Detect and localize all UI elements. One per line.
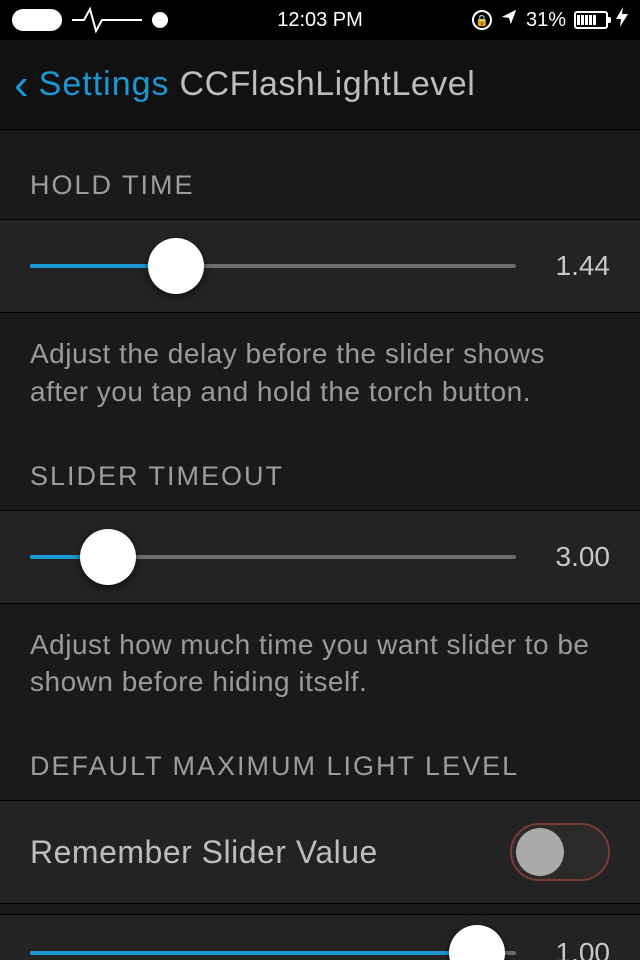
hold-time-header: HOLD TIME — [0, 170, 640, 219]
default-max-header: DEFAULT MAXIMUM LIGHT LEVEL — [0, 751, 640, 800]
default-max-slider[interactable] — [30, 951, 516, 955]
slider-timeout-footer: Adjust how much time you want slider to … — [0, 604, 640, 752]
remember-slider-label: Remember Slider Value — [30, 834, 510, 871]
status-time: 12:03 PM — [277, 9, 363, 32]
slider-timeout-thumb[interactable] — [80, 529, 136, 585]
remember-slider-cell: Remember Slider Value — [0, 800, 640, 904]
hold-time-footer: Adjust the delay before the slider shows… — [0, 313, 640, 461]
hold-time-value: 1.44 — [540, 250, 610, 282]
back-chevron-icon[interactable]: ‹ — [14, 63, 29, 107]
charging-icon — [616, 7, 628, 33]
battery-percent: 31% — [526, 9, 566, 32]
default-max-value: 1.00 — [540, 937, 610, 960]
rotation-lock-icon: 🔒 — [472, 10, 492, 30]
default-max-slider-cell: 1.00 — [0, 914, 640, 960]
carrier-pill — [12, 9, 62, 31]
page-title: CCFlashLightLevel — [180, 65, 476, 104]
nav-bar: ‹ Settings CCFlashLightLevel — [0, 40, 640, 130]
default-max-thumb[interactable] — [449, 925, 505, 960]
slider-timeout-slider[interactable] — [30, 555, 516, 559]
hold-time-thumb[interactable] — [148, 238, 204, 294]
slider-timeout-header: SLIDER TIMEOUT — [0, 461, 640, 510]
slider-timeout-value: 3.00 — [540, 541, 610, 573]
status-right: 🔒 31% — [363, 7, 628, 33]
status-bar: 12:03 PM 🔒 31% — [0, 0, 640, 40]
battery-icon — [574, 11, 608, 29]
hold-time-slider[interactable] — [30, 264, 516, 268]
hold-time-slider-cell: 1.44 — [0, 219, 640, 313]
back-button[interactable]: Settings — [39, 65, 170, 104]
status-left — [12, 5, 277, 35]
remember-slider-switch[interactable] — [510, 823, 610, 881]
location-icon — [500, 8, 518, 32]
activity-icon — [72, 5, 142, 35]
content: HOLD TIME 1.44 Adjust the delay before t… — [0, 130, 640, 960]
switch-knob — [516, 828, 564, 876]
status-dot-icon — [152, 12, 168, 28]
default-max-fill — [30, 951, 477, 955]
slider-timeout-slider-cell: 3.00 — [0, 510, 640, 604]
